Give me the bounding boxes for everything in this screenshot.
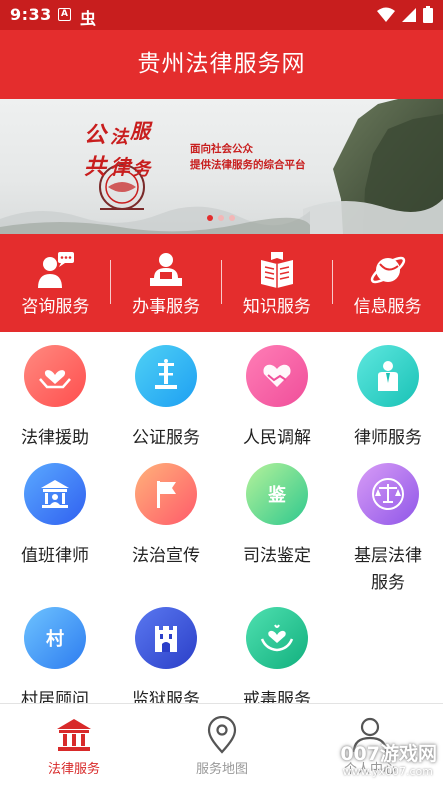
bottom-navigation: 法律服务 服务地图 个人中心 007游戏网 www.yx007.com [0, 703, 443, 789]
quick-item-consult[interactable]: 咨询服务 [0, 234, 111, 332]
quick-item-label: 信息服务 [353, 297, 422, 317]
quick-item-info[interactable]: 信息服务 [332, 234, 443, 332]
care-hands-icon [260, 624, 294, 652]
service-circle: 鉴 [246, 463, 308, 525]
quick-item-knowledge[interactable]: 知识服务 [222, 234, 333, 332]
quick-item-label: 办事服务 [132, 297, 201, 317]
nav-tab-label: 服务地图 [195, 762, 248, 777]
service-label: 律师服务 [354, 428, 422, 448]
service-circle [246, 345, 308, 407]
divider [332, 260, 333, 304]
service-circle [135, 345, 197, 407]
consult-icon [38, 252, 75, 288]
banner-carousel[interactable]: 公 法 服 共 律 务 面向社会公众 提供法律服务的综合平台 [0, 99, 443, 234]
village-icon: 村 [46, 629, 64, 650]
prison-icon [155, 626, 177, 652]
status-time: 9:33 [10, 5, 52, 24]
notification-bug-icon: 虫 [80, 9, 97, 28]
notary-icon [155, 359, 177, 389]
planet-icon [370, 256, 405, 284]
divider [110, 260, 111, 304]
notification-a-icon: A [58, 8, 71, 21]
carousel-indicator [207, 215, 235, 221]
service-label: 公证服务 [132, 428, 200, 448]
service-label: 法治宣传 [132, 546, 200, 566]
lawyer-icon [378, 361, 398, 391]
office-icon [150, 253, 183, 286]
carousel-dot[interactable] [218, 215, 224, 221]
quick-item-label: 知识服务 [242, 297, 311, 317]
status-indicators [377, 6, 433, 23]
service-circle [24, 463, 86, 525]
book-icon [260, 252, 293, 288]
carousel-dot[interactable] [207, 215, 213, 221]
watermark: 007游戏网 www.yx007.com [339, 739, 439, 785]
quick-item-label: 咨询服务 [21, 297, 90, 317]
service-circle [24, 345, 86, 407]
handshake-icon [263, 364, 291, 387]
quick-services-bar: 咨询服务 办事服务 知识服务 信息服务 [0, 234, 443, 332]
service-circle [135, 463, 197, 525]
tagline-line-2: 提供法律服务的综合平台 [190, 159, 306, 171]
wifi-icon [377, 7, 395, 22]
status-bar: 9:33 A 虫 [0, 0, 443, 30]
service-label-line: 基层法律 [354, 546, 422, 566]
watermark-line-1: 007游戏网 [340, 743, 437, 765]
scales-icon [372, 478, 404, 510]
app-header: 贵州法律服务网 [0, 30, 443, 99]
nav-tab-label: 法律服务 [47, 762, 100, 777]
carousel-dot[interactable] [229, 215, 235, 221]
service-circle [246, 607, 308, 669]
service-label: 司法鉴定 [243, 546, 311, 566]
quick-item-office[interactable]: 办事服务 [111, 234, 222, 332]
tagline-line-1: 面向社会公众 [190, 143, 253, 155]
service-circle [357, 463, 419, 525]
watermark-line-2: www.yx007.com [342, 765, 433, 778]
service-circle [357, 345, 419, 407]
courthouse-icon [41, 480, 69, 508]
service-label: 人民调解 [243, 428, 311, 448]
service-label: 基层法律 服务 [333, 543, 443, 597]
map-pin-icon [207, 716, 237, 754]
signal-icon [402, 7, 416, 22]
cliff-image [303, 99, 443, 234]
service-label: 值班律师 [21, 546, 89, 566]
battery-icon [423, 6, 433, 23]
nav-tab-service-map[interactable]: 服务地图 [148, 704, 296, 789]
service-circle: 村 [24, 607, 86, 669]
divider [221, 260, 222, 304]
appraisal-icon: 鉴 [268, 485, 286, 506]
service-circle [135, 607, 197, 669]
service-label-line: 服务 [371, 573, 405, 593]
bank-icon [57, 719, 91, 751]
nav-tab-legal-services[interactable]: 法律服务 [0, 704, 148, 789]
page-title: 贵州法律服务网 [137, 51, 306, 77]
flag-icon [157, 481, 176, 508]
service-label: 法律援助 [21, 428, 89, 448]
heart-hands-icon [39, 370, 71, 389]
banner-tagline: 面向社会公众 提供法律服务的综合平台 [190, 141, 306, 173]
